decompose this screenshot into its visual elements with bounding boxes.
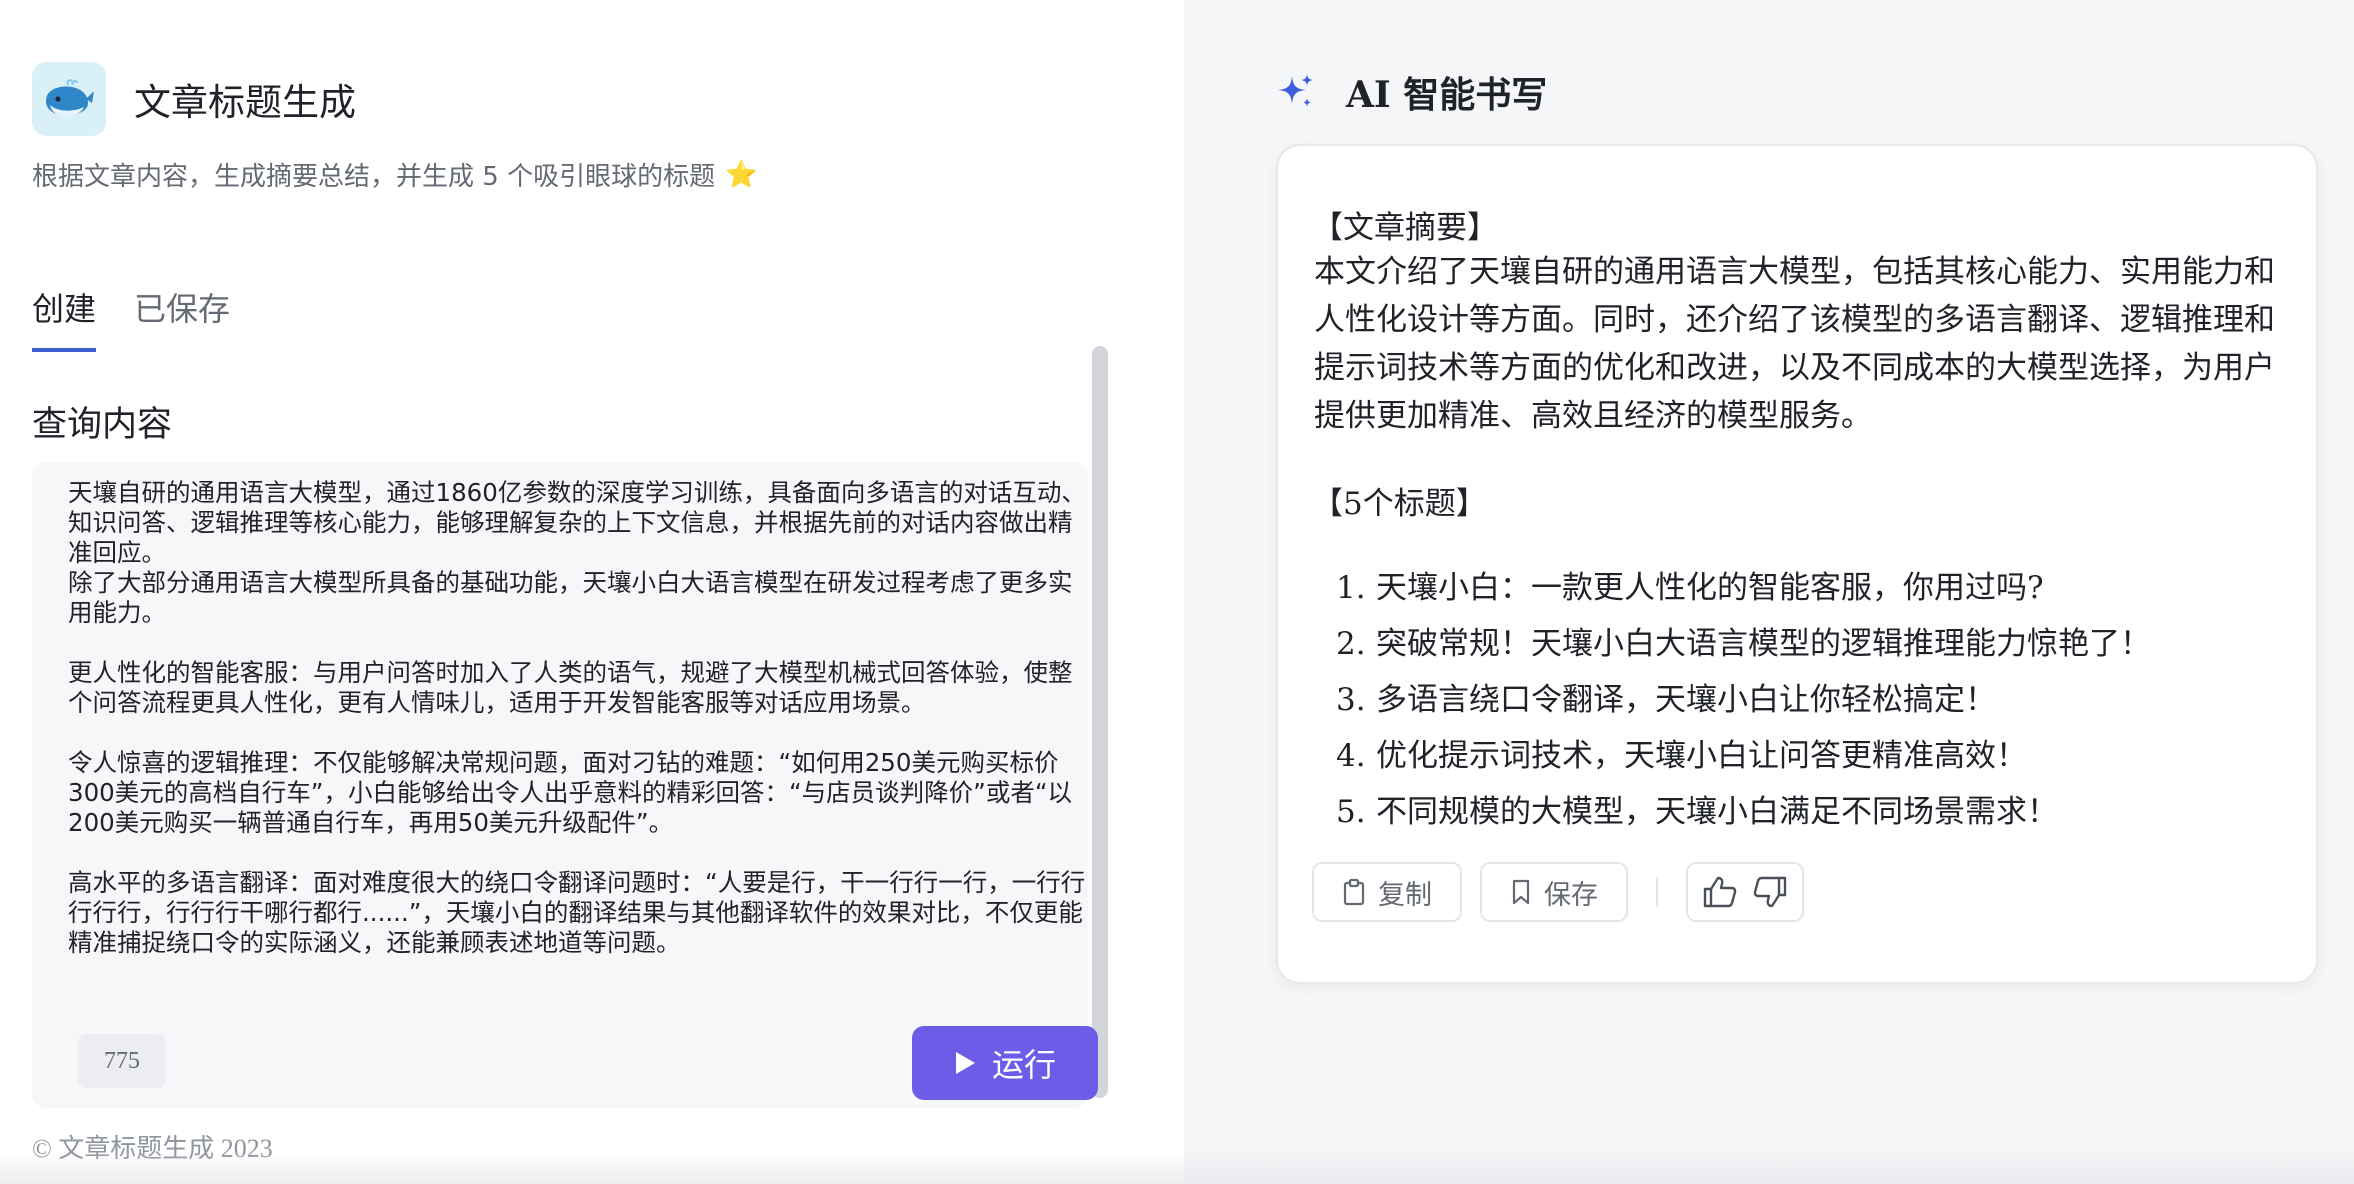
char-count-badge: 775 [78,1034,166,1088]
scrollbar[interactable] [1092,346,1108,1098]
list-item-text: 天壤小白：一款更人性化的智能客服，你用过吗? [1376,570,2044,606]
query-label: 查询内容 [32,405,173,445]
titles-heading: 【5个标题】 [1312,486,1487,522]
thumbs-up-icon[interactable] [1702,875,1738,909]
star-icon: ⭐ [725,159,758,190]
summary-text: 本文介绍了天壤自研的通用语言大模型，包括其核心能力、实用能力和人性化设计等方面。… [1314,254,2275,434]
list-item: 3. 多语言绕口令翻译，天壤小白让你轻松搞定！ [1336,672,2151,728]
thumbs-down-icon[interactable] [1752,875,1788,909]
list-item: 4. 优化提示词技术，天壤小白让问答更精准高效！ [1336,728,2151,784]
app-description-text: 根据文章内容，生成摘要总结，并生成 5 个吸引眼球的标题 [32,162,716,192]
list-item-number: 2. [1336,626,1366,662]
tab-bar: 创建 已保存 [32,284,230,352]
list-item-text: 突破常规！天壤小白大语言模型的逻辑推理能力惊艳了！ [1376,626,2151,662]
editor-panel: 文章标题生成 根据文章内容，生成摘要总结，并生成 5 个吸引眼球的标题 ⭐ 创建… [0,0,1184,1184]
ai-title: AI 智能书写 [1346,74,1548,116]
query-text[interactable]: 天壤自研的通用语言大模型，通过1860亿参数的深度学习训练，具备面向多语言的对话… [68,478,1086,958]
run-button-label: 运行 [991,1046,1056,1084]
sparkle-icon [1278,74,1313,107]
tab-create[interactable]: 创建 [32,284,97,352]
save-button-label: 保存 [1544,879,1598,911]
output-panel: AI 智能书写 【文章摘要】 本文介绍了天壤自研的通用语言大模型，包括其核心能力… [1184,0,2354,1184]
action-bar: 复制 保存 [1312,862,1804,922]
list-item-number: 5. [1336,794,1366,830]
summary-heading: 【文章摘要】 [1312,210,1498,246]
tab-saved[interactable]: 已保存 [134,284,230,352]
list-item-number: 3. [1336,682,1366,718]
list-item-text: 优化提示词技术，天壤小白让问答更精准高效！ [1376,738,2027,774]
clipboard-icon [1343,878,1365,906]
run-button[interactable]: 运行 [912,1026,1098,1100]
bookmark-icon [1512,879,1530,905]
list-item: 2. 突破常规！天壤小白大语言模型的逻辑推理能力惊艳了！ [1336,616,2151,672]
save-button[interactable]: 保存 [1480,862,1628,922]
query-input[interactable]: 天壤自研的通用语言大模型，通过1860亿参数的深度学习训练，具备面向多语言的对话… [32,462,1098,1108]
list-item: 5. 不同规模的大模型，天壤小白满足不同场景需求！ [1336,784,2151,840]
app-title: 文章标题生成 [134,81,356,124]
whale-icon [32,62,106,136]
copy-button-label: 复制 [1378,879,1432,911]
titles-list: 1. 天壤小白：一款更人性化的智能客服，你用过吗? 2. 突破常规！天壤小白大语言模… [1336,560,2151,840]
ai-header: AI 智能书写 [1276,66,1547,118]
app-header: 文章标题生成 [32,62,356,136]
result-card: 【文章摘要】 本文介绍了天壤自研的通用语言大模型，包括其核心能力、实用能力和人性… [1276,144,2318,984]
list-item-number: 4. [1336,738,1366,774]
divider [1656,877,1658,907]
list-item-text: 不同规模的大模型，天壤小白满足不同场景需求！ [1376,794,2058,830]
feedback-group [1686,862,1804,922]
list-item-text: 多语言绕口令翻译，天壤小白让你轻松搞定！ [1376,682,1996,718]
list-item: 1. 天壤小白：一款更人性化的智能客服，你用过吗? [1336,560,2151,616]
play-icon [955,1052,975,1074]
app-description: 根据文章内容，生成摘要总结，并生成 5 个吸引眼球的标题 ⭐ [32,156,757,193]
copy-button[interactable]: 复制 [1312,862,1462,922]
bottom-shadow [0,1150,2354,1184]
list-item-number: 1. [1336,570,1366,606]
